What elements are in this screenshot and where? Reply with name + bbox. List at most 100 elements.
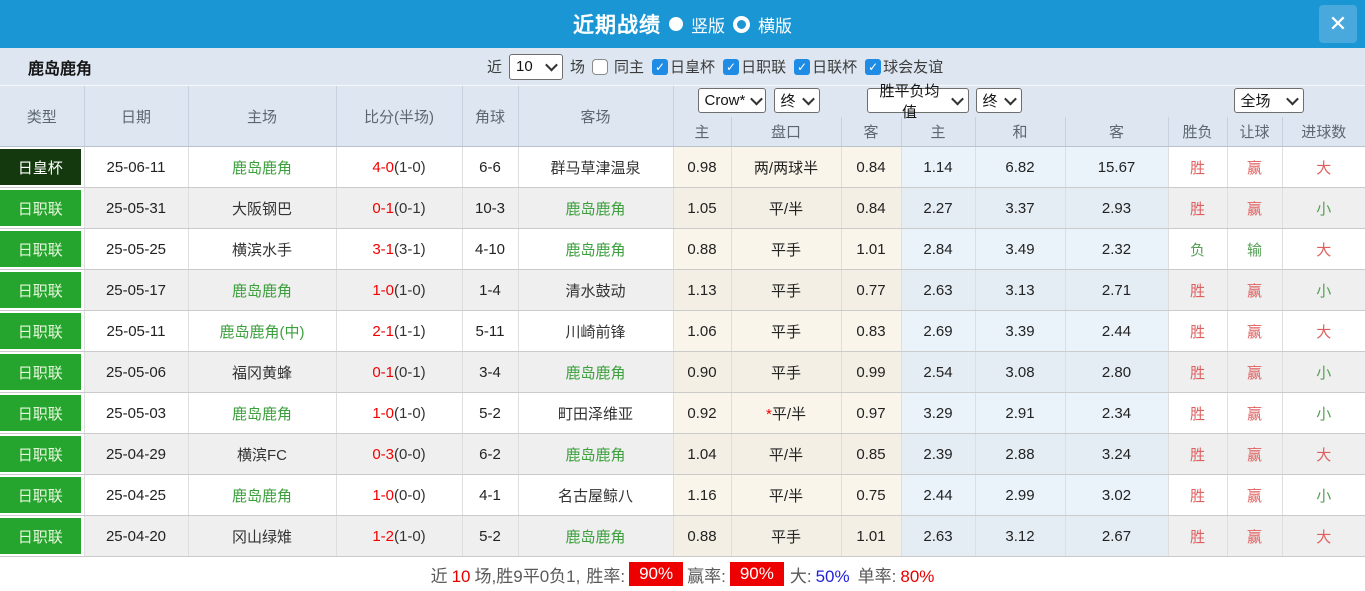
home-team-cell: 鹿岛鹿角 [188, 392, 337, 434]
avg-draw-cell: 3.39 [975, 310, 1066, 352]
corner-cell: 6-6 [462, 146, 519, 188]
handicap-home-odds-cell: 0.90 [673, 351, 732, 393]
away-team-cell: 群马草津温泉 [518, 146, 674, 188]
away-team-cell: 清水鼓动 [518, 269, 674, 311]
avg-draw-cell: 3.13 [975, 269, 1066, 311]
match-type-cell: 日职联 [0, 515, 85, 557]
chevron-down-icon [950, 92, 964, 106]
handicap-cell: 平手 [731, 310, 842, 352]
table-row: 日职联 25-05-25 横滨水手 3-1(3-1) 4-10 鹿岛鹿角 0.88 平手 1.0… [0, 228, 1365, 270]
handicap-cell: 平手 [731, 515, 842, 557]
handicap-time-select[interactable]: 终 [773, 88, 820, 113]
result-wl-cell: 胜 [1168, 474, 1228, 516]
home-team-cell: 鹿岛鹿角 [188, 474, 337, 516]
avg-away-cell: 15.67 [1065, 146, 1169, 188]
same-home-label: 同主 [614, 59, 645, 76]
handicap-rate-badge: 90% [729, 562, 784, 586]
date-cell: 25-05-06 [84, 351, 189, 393]
vertical-layout-label[interactable]: 竖版 [691, 12, 725, 37]
result-wl-cell: 胜 [1168, 392, 1228, 434]
result-wl-cell: 胜 [1168, 351, 1228, 393]
away-team-cell: 鹿岛鹿角 [518, 187, 674, 229]
handicap-away-odds-cell: 1.01 [841, 228, 902, 270]
header-odds-home: 主 [673, 117, 732, 147]
handicap-away-odds-cell: 0.85 [841, 433, 902, 475]
league-checkbox-日皇杯[interactable]: ✓ [652, 58, 669, 75]
handicap-cell: *平/半 [731, 392, 842, 434]
result-goals-cell: 小 [1282, 474, 1365, 516]
avg-draw-cell: 2.99 [975, 474, 1066, 516]
result-handicap-cell: 赢 [1227, 474, 1283, 516]
score-cell: 0-3(0-0) [336, 433, 463, 475]
corner-cell: 6-2 [462, 433, 519, 475]
handicap-cell: 平/半 [731, 187, 842, 229]
recent-results-window: 近期战绩 竖版 横版 ✕ 鹿岛鹿角 近 10 场 同主 ✓ 日皇杯 ✓ 日职联 ✓ 日联杯… [0, 0, 1365, 591]
home-team-cell: 横滨水手 [188, 228, 337, 270]
result-goals-cell: 小 [1282, 187, 1365, 229]
table-row: 日皇杯 25-06-11 鹿岛鹿角 4-0(1-0) 6-6 群马草津温泉 0.98 两/两球… [0, 146, 1365, 188]
table-row: 日职联 25-04-29 横滨FC 0-3(0-0) 6-2 鹿岛鹿角 1.04 平/半 0.8… [0, 433, 1365, 475]
horizontal-layout-label[interactable]: 横版 [758, 12, 792, 37]
match-type-cell: 日职联 [0, 228, 85, 270]
avg-draw-cell: 2.91 [975, 392, 1066, 434]
handicap-away-odds-cell: 0.84 [841, 146, 902, 188]
handicap-away-odds-cell: 0.97 [841, 392, 902, 434]
chevron-down-icon [1285, 92, 1299, 106]
home-team-cell: 冈山绿雉 [188, 515, 337, 557]
date-cell: 25-05-25 [84, 228, 189, 270]
full-match-select[interactable]: 全场 [1233, 88, 1304, 113]
match-type-cell: 日职联 [0, 392, 85, 434]
league-label: 日联杯 [812, 59, 858, 76]
header-date: 日期 [84, 86, 189, 147]
odds-company-select[interactable]: Crow* [697, 88, 766, 113]
table-row: 日职联 25-05-31 大阪钢巴 0-1(0-1) 10-3 鹿岛鹿角 1.05 平/半 0.… [0, 187, 1365, 229]
handicap-cell: 平手 [731, 269, 842, 311]
result-handicap-cell: 赢 [1227, 392, 1283, 434]
avg-home-cell: 2.39 [901, 433, 976, 475]
same-home-checkbox[interactable] [592, 58, 609, 75]
summary-record: 近 10 场,胜9平0负1, [430, 566, 581, 586]
result-goals-cell: 小 [1282, 392, 1365, 434]
avg-draw-cell: 3.49 [975, 228, 1066, 270]
date-cell: 25-05-31 [84, 187, 189, 229]
result-goals-cell: 大 [1282, 228, 1365, 270]
avg-draw-cell: 3.08 [975, 351, 1066, 393]
avg-home-cell: 2.44 [901, 474, 976, 516]
near-label: 近 [487, 59, 503, 76]
horizontal-layout-radio[interactable] [733, 15, 750, 33]
avg-odds-select[interactable]: 胜平负均值 [866, 83, 969, 121]
handicap-cell: 平手 [731, 351, 842, 393]
match-count-select[interactable]: 10 [509, 53, 564, 80]
league-checkbox-球会友谊[interactable]: ✓ [865, 58, 882, 75]
home-team-cell: 福冈黄蜂 [188, 351, 337, 393]
match-type-cell: 日职联 [0, 310, 85, 352]
avg-home-cell: 3.29 [901, 392, 976, 434]
avg-draw-cell: 3.37 [975, 187, 1066, 229]
header-home: 主场 [188, 86, 337, 147]
home-team-cell: 鹿岛鹿角(中) [188, 310, 337, 352]
handicap-cell: 平/半 [731, 433, 842, 475]
vertical-layout-radio[interactable] [669, 17, 683, 31]
close-button[interactable]: ✕ [1319, 5, 1357, 43]
header-corner: 角球 [462, 86, 519, 147]
avg-away-cell: 2.67 [1065, 515, 1169, 557]
away-team-cell: 鹿岛鹿角 [518, 515, 674, 557]
home-team-cell: 鹿岛鹿角 [188, 269, 337, 311]
corner-cell: 4-10 [462, 228, 519, 270]
date-cell: 25-06-11 [84, 146, 189, 188]
league-checkbox-日联杯[interactable]: ✓ [794, 58, 811, 75]
away-team-cell: 川崎前锋 [518, 310, 674, 352]
handicap-home-odds-cell: 1.06 [673, 310, 732, 352]
league-checkbox-日职联[interactable]: ✓ [723, 58, 740, 75]
handicap-home-odds-cell: 1.16 [673, 474, 732, 516]
avg-away-cell: 2.34 [1065, 392, 1169, 434]
league-label: 日职联 [741, 59, 787, 76]
handicap-away-odds-cell: 0.83 [841, 310, 902, 352]
result-wl-cell: 胜 [1168, 433, 1228, 475]
header-avg-away: 客 [1065, 117, 1169, 147]
handicap-away-odds-cell: 0.77 [841, 269, 902, 311]
big-rate: 大: 50% [789, 566, 850, 586]
score-cell: 1-0(1-0) [336, 269, 463, 311]
avg-time-select[interactable]: 终 [975, 88, 1022, 113]
match-type-cell: 日皇杯 [0, 146, 85, 188]
